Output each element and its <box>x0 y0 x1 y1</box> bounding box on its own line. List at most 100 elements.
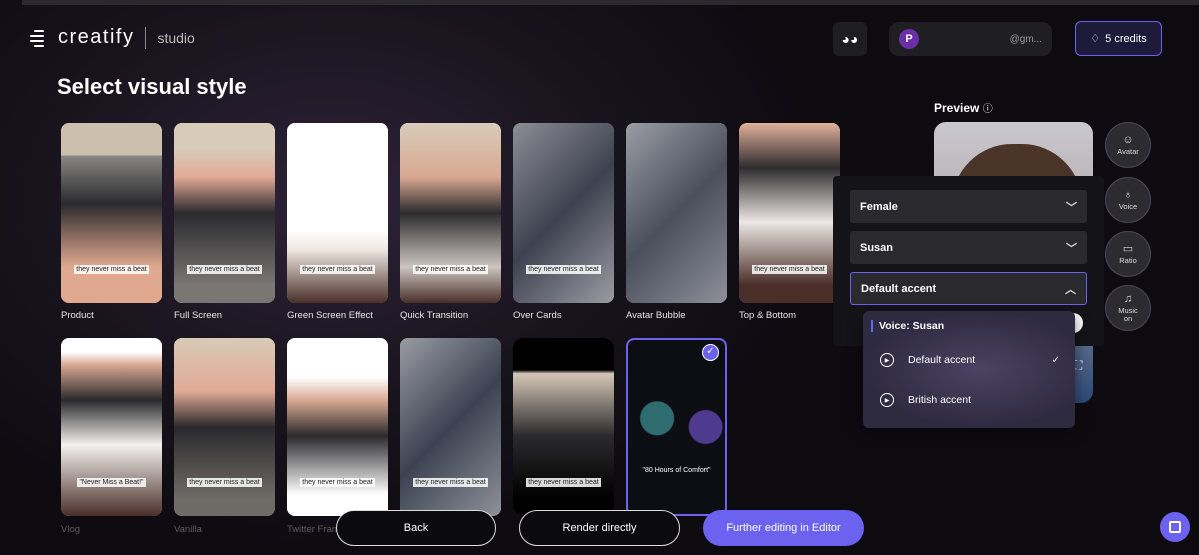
music-icon: ♫ <box>1123 292 1133 305</box>
accent-value: Default accent <box>861 282 937 295</box>
logo-divider <box>145 26 147 49</box>
style-thumbnail <box>400 338 501 516</box>
side-button-ratio[interactable]: ▭ Ratio <box>1105 231 1151 277</box>
thumbnail-caption: they never miss a beat <box>187 478 262 487</box>
style-thumbnail <box>513 123 614 303</box>
thumbnail-caption: they never miss a beat <box>526 265 601 274</box>
style-card[interactable]: "80 Hours of Comfort" ✓ <box>626 338 727 516</box>
chat-support-button[interactable] <box>1160 512 1190 542</box>
style-thumbnail <box>626 123 727 303</box>
thumbnail-caption: they never miss a beat <box>300 265 375 274</box>
side-button-label: Ratio <box>1119 255 1137 265</box>
thumbnail-caption: "80 Hours of Comfort" <box>642 467 711 474</box>
style-card[interactable]: they never miss a beat <box>400 338 501 516</box>
style-thumbnail <box>628 340 725 514</box>
style-thumbnail <box>513 338 614 516</box>
gender-select[interactable]: Female ﹀ <box>850 190 1087 223</box>
style-card[interactable]: they never miss a beat <box>400 123 501 303</box>
thumbnail-caption: they never miss a beat <box>187 265 262 274</box>
style-label: Quick Transition <box>400 310 469 321</box>
thumbnail-caption: they never miss a beat <box>413 265 488 274</box>
credits-label: 5 credits <box>1105 32 1147 45</box>
voice-icon: ♁ <box>1123 188 1133 201</box>
style-thumbnail <box>174 338 275 516</box>
style-card[interactable]: they never miss a beat <box>287 123 388 303</box>
render-directly-button[interactable]: Render directly <box>519 510 680 546</box>
chevron-up-icon: ︿ <box>1065 283 1076 296</box>
thumbnail-caption: they never miss a beat <box>526 478 601 487</box>
style-label: Avatar Bubble <box>626 310 686 321</box>
back-button[interactable]: Back <box>336 510 496 546</box>
discord-icon[interactable]: ◕◕ <box>833 22 867 56</box>
style-thumbnail <box>174 123 275 303</box>
side-button-label: Avatar <box>1117 146 1139 156</box>
play-icon[interactable]: ▶ <box>880 353 894 367</box>
creatify-logo-icon <box>30 27 52 49</box>
credits-button[interactable]: ♢ 5 credits <box>1075 21 1162 56</box>
chevron-down-icon: ﹀ <box>1066 201 1077 214</box>
style-label: Product <box>61 310 94 321</box>
style-card[interactable] <box>626 123 727 303</box>
style-label: Over Cards <box>513 310 562 321</box>
menu-heading: Voice: Susan <box>871 320 944 332</box>
page-title: Select visual style <box>57 74 247 99</box>
style-card[interactable]: they never miss a beat <box>174 123 275 303</box>
check-icon: ✓ <box>1051 354 1060 366</box>
preview-label: Preview <box>934 101 980 115</box>
style-label: Green Screen Effect <box>287 310 373 321</box>
style-label: Full Screen <box>174 310 223 321</box>
thumbnail-caption: they never miss a beat <box>413 478 488 487</box>
gender-value: Female <box>860 200 898 213</box>
thumbnail-caption: "Never Miss a Beat!" <box>77 478 146 487</box>
style-thumbnail <box>400 123 501 303</box>
voice-select[interactable]: Susan ﹀ <box>850 231 1087 264</box>
style-thumbnail <box>287 338 388 516</box>
chat-icon <box>1169 521 1181 533</box>
style-card[interactable]: they never miss a beat <box>61 123 162 303</box>
side-button-label: Music on <box>1118 305 1138 324</box>
selected-check-icon: ✓ <box>702 344 719 361</box>
menu-item-label: British accent <box>908 394 972 406</box>
style-label: Twitter Fram <box>287 524 340 535</box>
info-icon[interactable]: ⓘ <box>983 104 993 115</box>
style-thumbnail <box>61 123 162 303</box>
style-label: Top & Bottom <box>739 310 797 321</box>
avatar: P <box>899 29 919 49</box>
style-thumbnail <box>287 123 388 303</box>
browser-top-bar <box>22 0 1199 5</box>
style-card[interactable]: they never miss a beat <box>174 338 275 516</box>
thumbnail-caption: they never miss a beat <box>300 478 375 487</box>
side-button-music[interactable]: ♫ Music on <box>1105 285 1151 331</box>
menu-item-default-accent[interactable]: ▶ Default accent ✓ <box>880 353 1060 367</box>
accent-dropdown-menu: Voice: Susan ▶ Default accent ✓ ▶ British a… <box>863 311 1075 428</box>
logo-product: studio <box>157 29 195 46</box>
logo[interactable]: creatify studio <box>30 26 195 49</box>
voice-value: Susan <box>860 241 894 254</box>
style-thumbnail <box>739 123 840 303</box>
user-menu[interactable]: P @gm... <box>889 22 1052 56</box>
fullscreen-icon[interactable]: ⛶ <box>1074 358 1082 373</box>
style-card[interactable]: they never miss a beat <box>513 123 614 303</box>
play-icon[interactable]: ▶ <box>880 393 894 407</box>
logo-name: creatify <box>58 26 135 48</box>
diamond-icon: ♢ <box>1090 33 1101 45</box>
menu-item-british-accent[interactable]: ▶ British accent <box>880 393 1060 407</box>
style-card[interactable]: they never miss a beat <box>287 338 388 516</box>
thumbnail-caption: they never miss a beat <box>74 265 149 274</box>
style-thumbnail <box>61 338 162 516</box>
style-card[interactable]: they never miss a beat <box>513 338 614 516</box>
style-card[interactable]: they never miss a beat <box>739 123 840 303</box>
side-button-avatar[interactable]: ☺ Avatar <box>1105 122 1151 168</box>
menu-item-label: Default accent <box>908 354 976 366</box>
further-editing-button[interactable]: Further editing in Editor <box>703 510 864 546</box>
thumbnail-caption: they never miss a beat <box>752 265 827 274</box>
chevron-down-icon: ﹀ <box>1066 242 1077 255</box>
ratio-icon: ▭ <box>1122 242 1134 255</box>
person-icon: ☺ <box>1122 133 1134 146</box>
side-button-voice[interactable]: ♁ Voice <box>1105 177 1151 223</box>
user-email: @gm... <box>1009 33 1042 45</box>
style-card[interactable]: "Never Miss a Beat!" <box>61 338 162 516</box>
accent-select[interactable]: Default accent ︿ <box>850 272 1087 305</box>
side-button-label: Voice <box>1118 201 1138 211</box>
style-label: Vanilla <box>174 524 202 535</box>
